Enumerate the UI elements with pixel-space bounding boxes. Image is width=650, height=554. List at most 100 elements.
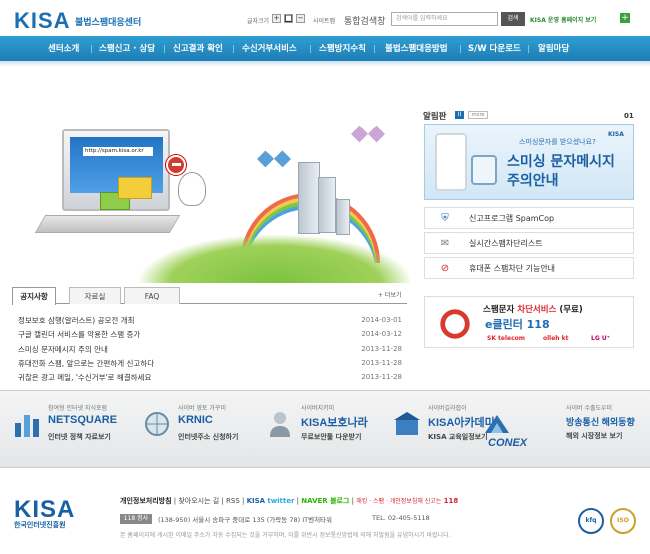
quicklink-phone-block[interactable]: ⊘ 휴대폰 스팸차단 기능안내 [424, 257, 634, 279]
nav-item-response[interactable]: 불법스팸대응방법 [385, 42, 448, 54]
notice-date: 2013-11-28 [361, 345, 402, 353]
notice-title[interactable]: 휴대전화 스팸, 앞으로는 간편하게 신고하다 [18, 357, 154, 370]
board-more-button[interactable]: more [468, 111, 488, 119]
banner2-number: e클린터 118 [485, 318, 550, 331]
site-krnic[interactable]: 사이버 영토 가꾸미 KRNIC 인터넷주소 신청하기 [142, 401, 262, 456]
hero-illustration: http://spam.kisa.or.kr [0, 67, 420, 283]
main-nav: 센터소개 스팸신고 · 상담 신고결과 확인 수신거부서비스 스팸방지수칙 불법… [0, 36, 650, 61]
nav-item-download[interactable]: S/W 다운로드 [468, 42, 521, 54]
notice-title[interactable]: 스미싱 문자메시지 주의 안내 [18, 343, 108, 356]
quicklink-blocklist[interactable]: ✉ 실시간스팸차단리스트 [424, 232, 634, 254]
list-item[interactable]: 스미싱 문자메시지 주의 안내 2013-11-28 [14, 343, 404, 356]
board-title: 알림판 [423, 112, 447, 122]
search-button[interactable]: 검색 [501, 12, 525, 26]
phone-block-icon [438, 307, 472, 341]
quicklink-spamcop[interactable]: ⛨ 신고프로그램 SpamCop [424, 207, 634, 229]
tab-faq[interactable]: FAQ [124, 287, 180, 304]
building-graphic [336, 199, 350, 235]
shield-person-icon [270, 412, 290, 437]
nav-separator [164, 45, 165, 53]
kisa-logo[interactable]: KISA [14, 8, 71, 34]
page: KISA 불법스팸대응센터 글자크기 + ■ − 사이트맵 통합검색창 검색어를… [0, 0, 650, 554]
nav-separator [233, 45, 234, 53]
list-item[interactable]: 휴대전화 스팸, 앞으로는 간편하게 신고하다 2013-11-28 [14, 357, 404, 370]
sitemap-link[interactable]: 사이트맵 [313, 16, 335, 25]
footer-address: (138-950) 서울시 송파구 중대로 135 (가락동 78) IT벤처타… [158, 516, 333, 524]
banner-headline: 스미싱 문자메시지 [507, 154, 615, 170]
address-badge: 118 청사 [120, 514, 152, 524]
carrier-sk-logo: SK telecom [487, 335, 526, 342]
directions-link[interactable]: 찾아오시는 길 [178, 497, 219, 505]
footer: KISA 한국인터넷진흥원 개인정보처리방침 | 찾아오시는 길 | RSS |… [0, 480, 650, 554]
footer-links: 개인정보처리방침 | 찾아오시는 길 | RSS | KISA twitter … [120, 497, 459, 505]
twitter-link[interactable]: twitter [267, 497, 294, 505]
naver-blog-link[interactable]: NAVER 블로그 [301, 497, 349, 505]
font-decrease-button[interactable]: − [296, 14, 305, 23]
list-icon: ✉ [440, 238, 450, 249]
privacy-policy-link[interactable]: 개인정보처리방침 [120, 497, 172, 505]
academy-icon [394, 412, 420, 435]
nav-item-results[interactable]: 신고결과 확인 [173, 42, 223, 54]
notice-title[interactable]: 정보보호 삼행(알러스트) 공모전 개최 [18, 314, 135, 327]
footer-tel: TEL. 02-405-5118 [372, 514, 430, 522]
nav-separator [374, 45, 375, 53]
notice-title[interactable]: 귀찮은 광고 메일, '수신거부'로 해결하세요 [18, 371, 151, 384]
related-sites: 참여형 인터넷 지식포럼 NETSQUARE 인터넷 정책 자료보기 사이버 영… [0, 390, 650, 468]
notice-tabs: 공지사항 자료실 FAQ [12, 287, 407, 305]
more-link[interactable]: + 더보기 [378, 290, 402, 299]
list-item[interactable]: 귀찮은 광고 메일, '수신거부'로 해결하세요 2013-11-28 [14, 371, 404, 384]
shield-icon: ⛨ [441, 213, 449, 224]
footer-org-name: 한국인터넷진흥원 [14, 521, 66, 529]
banner-kisa-logo: KISA [608, 131, 624, 138]
board-page-number[interactable]: 01 [624, 112, 634, 120]
kisa-link[interactable]: KISA [247, 497, 266, 505]
kfq-cert-badge: kfq [578, 508, 604, 534]
font-size-label: 글자크기 [247, 18, 270, 25]
site-netsquare[interactable]: 참여형 인터넷 지식포럼 NETSQUARE 인터넷 정책 자료보기 [12, 401, 132, 456]
plus-icon[interactable]: + [620, 13, 630, 23]
hotline-number[interactable]: 118 [444, 497, 459, 505]
list-item[interactable]: 정보보호 삼행(알러스트) 공모전 개최 2014-03-01 [14, 314, 404, 327]
notice-title[interactable]: 구글 캘린더 서비스를 악용한 스팸 증가 [18, 328, 140, 341]
font-reset-button[interactable]: ■ [284, 14, 293, 23]
phone-icon [435, 133, 467, 191]
site-conex[interactable]: CONEX [482, 401, 542, 456]
list-item[interactable]: 구글 캘린더 서비스를 악용한 스팸 증가 2014-03-12 [14, 328, 404, 341]
font-increase-button[interactable]: + [272, 14, 281, 23]
spam-block-service-banner[interactable]: 스팸문자 차단서비스 (무료) e클린터 118 SK telecom olle… [424, 296, 634, 348]
nav-item-optout[interactable]: 수신거부서비스 [242, 42, 297, 54]
grass-graphic [140, 235, 410, 283]
block-icon: ⊘ [440, 263, 450, 274]
nav-item-report[interactable]: 스팸신고 · 상담 [99, 42, 155, 54]
quicklink-label: 신고프로그램 SpamCop [469, 214, 555, 223]
site-bohonara[interactable]: 사이버지키미 KISA보호나라 무료보안툴 다운받기 [265, 401, 385, 456]
building-graphic [318, 177, 336, 233]
envelope-icon [118, 177, 152, 199]
stop-sign-bar [172, 163, 181, 166]
notice-date: 2014-03-01 [361, 316, 402, 324]
carrier-lg-logo: LG U⁺ [591, 335, 610, 342]
pinwheel-icon [351, 117, 385, 151]
pause-icon[interactable]: II [455, 111, 464, 119]
search-input[interactable]: 검색어를 입력하세요 [391, 12, 498, 26]
tab-notices[interactable]: 공지사항 [12, 287, 56, 305]
nav-item-notices[interactable]: 알림마당 [538, 42, 569, 54]
tab-library[interactable]: 자료실 [69, 287, 121, 304]
mascot-character [178, 172, 206, 206]
site-title[interactable]: 불법스팸대응센터 [75, 15, 141, 28]
nav-item-prevention[interactable]: 스팸방지수칙 [319, 42, 366, 54]
smishing-banner[interactable]: KISA 스미싱문자를 받으셨나요? 스미싱 문자메시지 주의안내 [424, 124, 634, 200]
nav-separator [310, 45, 311, 53]
pinwheel-icon [257, 142, 291, 176]
search-label: 통합검색창 [344, 17, 386, 27]
carrier-kt-logo: olleh kt [543, 335, 569, 342]
banner-headline: 주의안내 [507, 173, 559, 189]
building-graphic [298, 162, 320, 234]
kisa-homepage-link[interactable]: KISA 운영 홈페이지 보기 [530, 15, 596, 24]
site-export-helper[interactable]: 사이버 수출도우미 방송통신 해외동향 해외 시장정보 보기 [546, 401, 646, 456]
rss-link[interactable]: RSS [226, 497, 240, 505]
banner2-title: 스팸문자 차단서비스 (무료) [483, 305, 583, 315]
banner-question: 스미싱문자를 받으셨나요? [519, 138, 596, 146]
nav-separator [460, 45, 461, 53]
nav-item-about[interactable]: 센터소개 [48, 42, 79, 54]
